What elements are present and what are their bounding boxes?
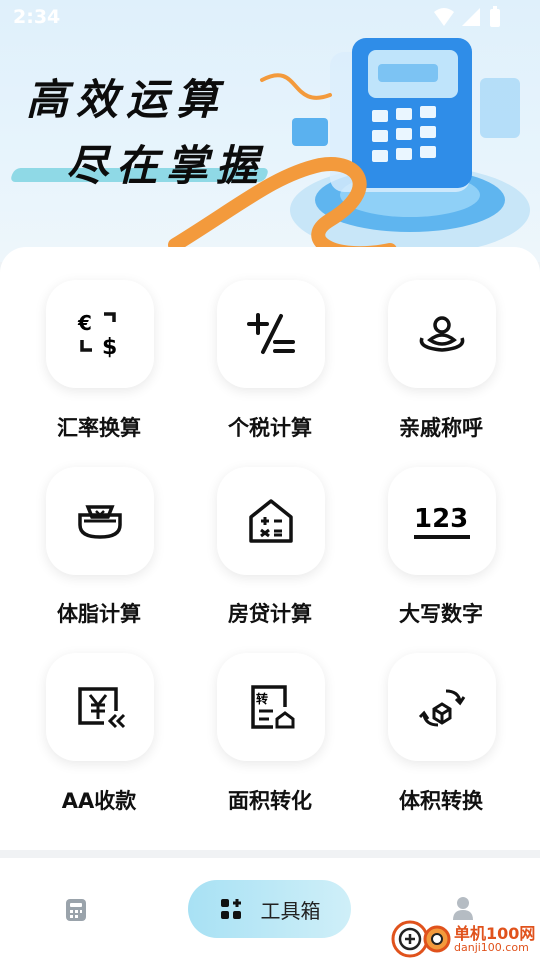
plus-minus-icon [247, 313, 295, 354]
tool-label: 汇率换算 [57, 416, 141, 440]
tool-label: 体积转换 [399, 789, 483, 813]
tool-label: 个税计算 [228, 416, 312, 440]
watermark-url: danji100.com [454, 941, 529, 954]
tool-income-tax[interactable] [217, 280, 325, 388]
battery-icon [490, 9, 500, 27]
yen-split-icon [78, 687, 126, 729]
calculator-tab-icon[interactable] [64, 898, 88, 922]
tab-toolbox-label: 工具箱 [260, 898, 321, 923]
svg-text:转: 转 [256, 691, 268, 706]
tool-uppercase-numbers[interactable]: 123 [388, 467, 496, 575]
hero-banner: 高效运算 尽在掌握 2:34 [0, 0, 540, 262]
profile-tab-icon[interactable] [452, 896, 474, 920]
people-icon [419, 316, 465, 352]
status-time: 2:34 [13, 6, 61, 28]
tool-label: 体脂计算 [57, 602, 141, 626]
watermark: 单机100网 danji100.com [390, 918, 538, 960]
calculator-illustration [168, 38, 530, 261]
tool-label: 房贷计算 [228, 602, 312, 626]
tool-label: 面积转化 [228, 789, 312, 813]
body-fat-scale-icon [78, 505, 122, 539]
status-bar: 2:34 [0, 0, 540, 36]
signal-icon [462, 8, 480, 26]
slogan-line-1: 高效运算 [26, 75, 227, 124]
grid-icon [220, 899, 241, 919]
tool-currency-exchange[interactable]: € $ [46, 280, 154, 388]
svg-text:€: € [77, 311, 92, 335]
tool-mortgage[interactable] [217, 467, 325, 575]
currency-exchange-icon: € $ [77, 311, 117, 360]
svg-text:123: 123 [414, 504, 468, 534]
svg-text:$: $ [102, 335, 117, 360]
area-convert-icon: 转 [251, 685, 295, 729]
tool-volume-convert[interactable] [388, 653, 496, 761]
house-calc-icon [249, 499, 293, 543]
wifi-icon [434, 8, 454, 26]
status-icons [434, 6, 500, 27]
divider [0, 850, 540, 858]
tool-area-convert[interactable]: 转 [217, 653, 325, 761]
tool-label: 亲戚称呼 [399, 416, 483, 440]
tool-label: AA收款 [61, 789, 137, 813]
tab-toolbox[interactable]: 工具箱 [188, 880, 351, 938]
watermark-logo-icon [391, 920, 451, 958]
slogan-line-2: 尽在掌握 [66, 141, 267, 190]
number-123-icon: 123 [414, 504, 470, 539]
volume-convert-icon [418, 689, 466, 727]
tool-aa-payment[interactable] [46, 653, 154, 761]
tool-relative-titles[interactable] [388, 280, 496, 388]
tool-label: 大写数字 [399, 602, 483, 626]
tool-body-fat[interactable] [46, 467, 154, 575]
